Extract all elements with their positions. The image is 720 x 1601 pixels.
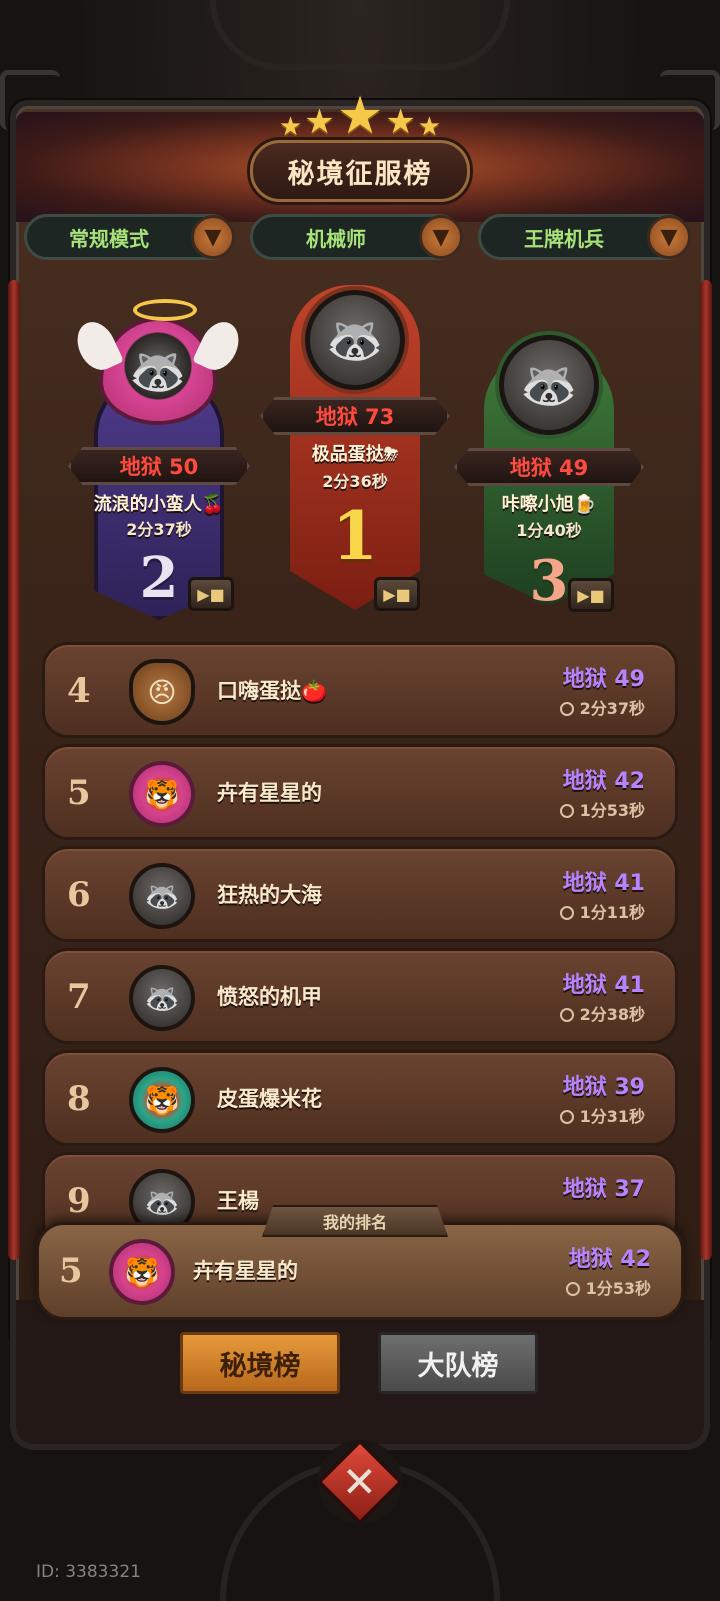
chevron-down-icon[interactable]: ▼ (191, 215, 235, 259)
clock-icon (559, 1110, 574, 1124)
page-title: 秘境征服榜 (250, 140, 470, 202)
filter-mode-label: 常规模式 (69, 226, 149, 251)
row-score: 地狱 37 (562, 1177, 645, 1202)
background-ornament-top (210, 0, 510, 70)
raccoon-icon: 🦝 (326, 312, 384, 367)
row-time: 2分37秒 (559, 695, 645, 719)
row-time: 1分11秒 (559, 899, 645, 923)
chevron-down-icon[interactable]: ▼ (419, 215, 463, 259)
star-icon: ★ (278, 112, 303, 142)
podium-player-name: 流浪的小蛮人🍒 (93, 494, 225, 515)
row-time: 1分31秒 (559, 1103, 645, 1127)
row-score: 地狱 42 (562, 769, 645, 794)
leaderboard-row[interactable]: 5 🐯 卉有星星的 地狱 42 1分53秒 (42, 744, 678, 840)
clock-icon (559, 804, 574, 818)
row-score: 地狱 39 (562, 1075, 645, 1100)
star-icon: ★ (385, 102, 416, 142)
row-rank: 7 (67, 977, 91, 1017)
star-icon: ★ (336, 86, 384, 146)
podium-time: 2分37秒 (126, 520, 192, 539)
row-player-name: 狂热的大海 (217, 883, 322, 907)
leaderboard-panel-footer (10, 1300, 710, 1450)
filter-class-dropdown[interactable]: 机械师 ▼ (250, 214, 463, 260)
star-icon: ★ (417, 112, 442, 142)
player-id: ID: 3383321 (36, 1562, 141, 1582)
clock-icon (565, 1282, 580, 1296)
row-score: 地狱 41 (562, 973, 645, 998)
leaderboard-row[interactable]: 6 🦝 狂热的大海 地狱 41 1分11秒 (42, 846, 678, 942)
row-player-name: 愤怒的机甲 (217, 985, 322, 1009)
row-rank: 8 (67, 1079, 91, 1119)
podium-time: 2分36秒 (322, 472, 388, 491)
clock-icon (559, 906, 574, 920)
row-player-name: 皮蛋爆米花 (217, 1087, 322, 1111)
halo-icon (133, 299, 197, 321)
row-rank: 4 (67, 671, 91, 711)
avatar[interactable]: 🦝 (129, 965, 195, 1031)
video-camera-icon: ▶■ (197, 584, 225, 604)
filter-subclass-dropdown[interactable]: 王牌机兵 ▼ (478, 214, 691, 260)
my-player-name: 卉有星星的 (193, 1259, 298, 1283)
row-rank: 9 (67, 1181, 91, 1221)
podium-rank: 1 (332, 497, 378, 575)
leaderboard-row[interactable]: 7 🦝 愤怒的机甲 地狱 41 2分38秒 (42, 948, 678, 1044)
video-camera-icon: ▶■ (383, 584, 411, 604)
clock-icon (559, 1008, 574, 1022)
avatar[interactable]: 🦝 (129, 863, 195, 929)
leaderboard-row[interactable]: 8 🐯 皮蛋爆米花 地狱 39 1分31秒 (42, 1050, 678, 1146)
filter-mode-dropdown[interactable]: 常规模式 ▼ (24, 214, 235, 260)
replay-video-button[interactable]: ▶■ (568, 578, 614, 612)
replay-video-button[interactable]: ▶■ (188, 577, 234, 611)
podium-player-name: 极品蛋挞⛈ (311, 444, 399, 465)
row-score: 地狱 49 (562, 667, 645, 692)
podium-score: 地狱 50 (68, 447, 250, 485)
my-time: 1分53秒 (565, 1275, 651, 1299)
row-player-name: 王楊 (217, 1189, 259, 1213)
video-camera-icon: ▶■ (577, 585, 605, 605)
row-rank: 6 (67, 875, 91, 915)
close-icon: ✕ (317, 1439, 403, 1525)
podium-score: 地狱 49 (454, 448, 644, 486)
row-player-name: 口嗨蛋挞🍅 (217, 679, 328, 703)
my-rank-tag: 我的排名 (262, 1205, 448, 1237)
my-score: 地狱 42 (568, 1247, 651, 1272)
replay-video-button[interactable]: ▶■ (374, 577, 420, 611)
raccoon-icon: 🦝 (129, 343, 187, 398)
avatar[interactable]: 🦝 (499, 335, 599, 435)
podium-time: 1分40秒 (516, 521, 582, 540)
raccoon-icon: 🦝 (520, 357, 578, 412)
avatar[interactable]: 🦝 (305, 290, 405, 390)
chevron-down-icon[interactable]: ▼ (647, 215, 691, 259)
avatar[interactable]: 🐯 (129, 761, 195, 827)
star-icon: ★ (304, 102, 335, 142)
tab-secret-realm[interactable]: 秘境榜 (180, 1332, 340, 1394)
avatar[interactable]: 😠 (129, 659, 195, 725)
right-rail (700, 280, 712, 1260)
stars-icon: ★ ★ ★ ★ ★ (260, 86, 460, 142)
podium-player-name: 咔嚓小旭🍺 (501, 494, 597, 515)
my-rank-number: 5 (59, 1251, 83, 1291)
avatar[interactable]: 🐯 (129, 1067, 195, 1133)
row-time: 1分53秒 (559, 797, 645, 821)
close-button[interactable]: ✕ (317, 1439, 403, 1525)
leaderboard-row[interactable]: 4 😠 口嗨蛋挞🍅 地狱 49 2分37秒 (42, 642, 678, 738)
tab-team[interactable]: 大队榜 (378, 1332, 538, 1394)
row-time: 2分38秒 (559, 1001, 645, 1025)
row-rank: 5 (67, 773, 91, 813)
row-score: 地狱 41 (562, 871, 645, 896)
row-player-name: 卉有星星的 (217, 781, 322, 805)
podium-score: 地狱 73 (260, 397, 450, 435)
filter-class-label: 机械师 (306, 226, 366, 251)
filter-subclass-label: 王牌机兵 (524, 226, 604, 251)
avatar[interactable]: 🐯 (109, 1239, 175, 1305)
clock-icon (559, 702, 574, 716)
left-rail (8, 280, 20, 1260)
